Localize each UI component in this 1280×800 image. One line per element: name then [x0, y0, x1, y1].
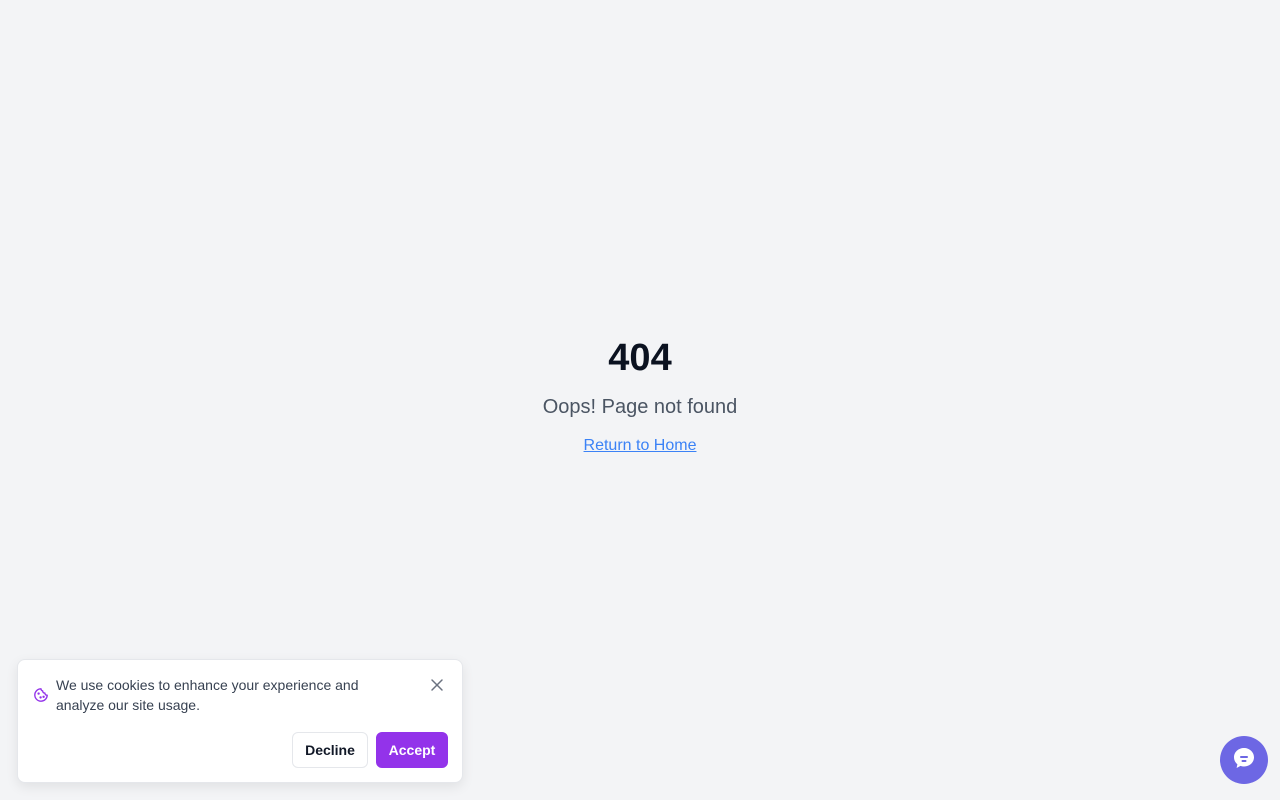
error-code: 404: [608, 337, 672, 379]
decline-button[interactable]: Decline: [292, 732, 368, 768]
chat-widget-button[interactable]: [1220, 736, 1268, 784]
error-content: 404 Oops! Page not found Return to Home: [0, 336, 1280, 457]
return-home-link[interactable]: Return to Home: [584, 435, 697, 457]
cookie-icon: [33, 687, 49, 703]
accept-button[interactable]: Accept: [376, 732, 448, 768]
chat-icon: [1231, 745, 1257, 776]
close-icon[interactable]: [428, 676, 446, 694]
page: 404 Oops! Page not found Return to Home …: [0, 0, 1280, 800]
error-message: Oops! Page not found: [542, 396, 738, 418]
cookie-message: We use cookies to enhance your experienc…: [56, 677, 359, 713]
cookie-banner: We use cookies to enhance your experienc…: [17, 659, 463, 783]
